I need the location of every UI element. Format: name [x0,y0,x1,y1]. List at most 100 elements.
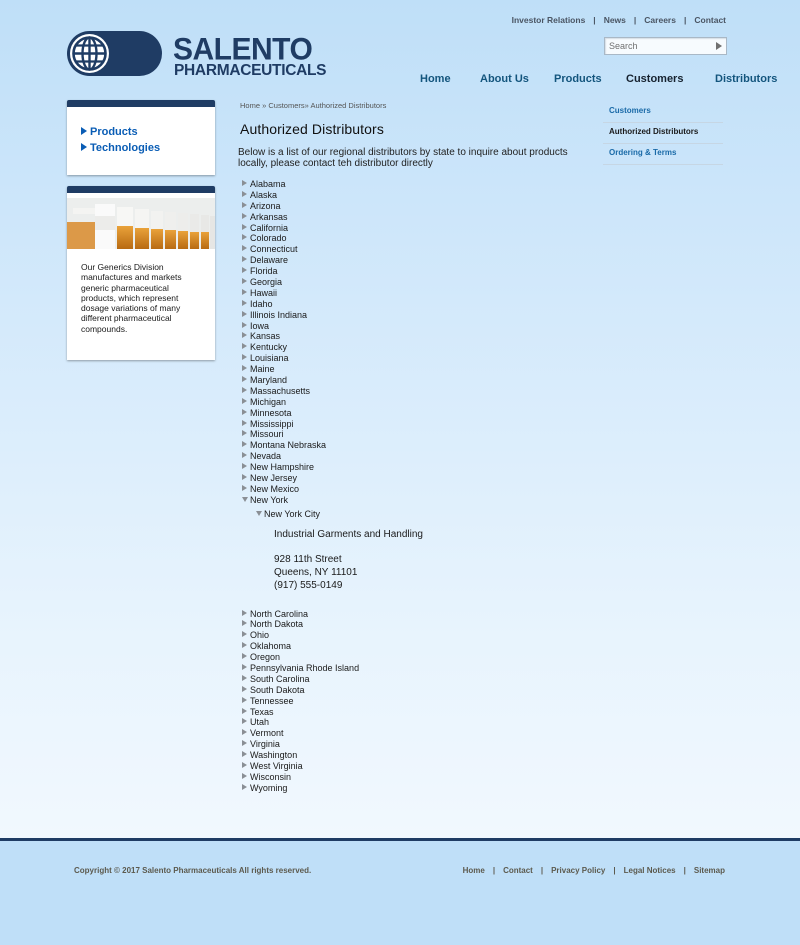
collapsed-arrow-icon [242,321,247,328]
state-label: New Mexico [250,483,300,494]
nav-about-us[interactable]: About Us [480,73,529,85]
state-item[interactable]: Missouri [242,429,582,440]
state-label: Iowa [250,320,270,331]
state-item[interactable]: Tennessee [242,696,582,707]
collapsed-arrow-icon [242,278,247,285]
collapsed-arrow-icon [242,631,247,638]
state-item[interactable]: Alabama [242,179,582,190]
state-item[interactable]: Vermont [242,728,582,739]
collapsed-arrow-icon [242,484,247,491]
state-item[interactable]: North Carolina [242,609,582,620]
state-item[interactable]: Kansas [242,331,582,342]
state-label: Montana Nebraska [250,440,327,451]
state-item[interactable]: New Mexico [242,484,582,495]
state-item[interactable]: Iowa [242,321,582,332]
utility-link-news[interactable]: News [604,15,626,25]
subnav-ordering-terms[interactable]: Ordering & Terms [603,144,723,165]
search-go-icon[interactable] [716,42,722,50]
state-item[interactable]: Michigan [242,397,582,408]
collapsed-arrow-icon [242,663,247,670]
subnav-customers[interactable]: Customers [603,102,723,123]
collapsed-arrow-icon [242,201,247,208]
collapsed-arrow-icon [242,397,247,404]
state-item[interactable]: New Hampshire [242,462,582,473]
state-item[interactable]: Nevada [242,451,582,462]
sidebar-link-technologies[interactable]: Technologies [81,142,160,154]
state-item[interactable]: Arizona [242,201,582,212]
collapsed-arrow-icon [242,772,247,779]
state-item[interactable]: North Dakota [242,619,582,630]
nav-home[interactable]: Home [420,73,451,85]
footer-link-legal-notices[interactable]: Legal Notices [624,866,676,875]
collapsed-arrow-icon [242,685,247,692]
globe-icon [70,34,109,73]
utility-link-contact[interactable]: Contact [694,15,726,25]
search-box [604,37,727,55]
nav-distributors[interactable]: Distributors [715,73,777,85]
separator: | [633,15,637,25]
state-item[interactable]: Connecticut [242,244,582,255]
state-item[interactable]: Montana Nebraska [242,440,582,451]
state-item[interactable]: Wisconsin [242,772,582,783]
state-item[interactable]: Utah [242,717,582,728]
state-label: North Carolina [250,608,309,619]
utility-link-careers[interactable]: Careers [644,15,676,25]
subnav-authorized-distributors[interactable]: Authorized Distributors [603,123,723,144]
state-item[interactable]: South Dakota [242,685,582,696]
state-item[interactable]: Delaware [242,255,582,266]
state-item[interactable]: Hawaii [242,288,582,299]
state-item[interactable]: Arkansas [242,212,582,223]
footer-link-contact[interactable]: Contact [503,866,533,875]
state-item[interactable]: Ohio [242,630,582,641]
state-item[interactable]: Minnesota [242,408,582,419]
state-item[interactable]: Pennsylvania Rhode Island [242,663,582,674]
breadcrumb-home[interactable]: Home [240,101,260,110]
state-item[interactable]: Maine [242,364,582,375]
state-item-new-york[interactable]: New York [242,495,582,506]
state-item[interactable]: Washington [242,750,582,761]
footer-link-home[interactable]: Home [463,866,485,875]
state-item[interactable]: New Jersey [242,473,582,484]
sidebar-link-products[interactable]: Products [81,126,138,138]
state-item[interactable]: West Virginia [242,761,582,772]
state-item[interactable]: Florida [242,266,582,277]
state-item[interactable]: Mississippi [242,419,582,430]
collapsed-arrow-icon [242,288,247,295]
state-item[interactable]: Texas [242,707,582,718]
state-item[interactable]: Illinois Indiana [242,310,582,321]
generics-division-box: Our Generics Division manufactures and m… [67,186,215,360]
utility-link-investor-relations[interactable]: Investor Relations [512,15,586,25]
breadcrumb-customers[interactable]: Customers [268,101,304,110]
nav-customers[interactable]: Customers [626,73,683,85]
state-item[interactable]: Georgia [242,277,582,288]
generics-description: Our Generics Division manufactures and m… [81,262,182,334]
state-item[interactable]: South Carolina [242,674,582,685]
state-item[interactable]: Oklahoma [242,641,582,652]
state-item[interactable]: Kentucky [242,342,582,353]
state-item[interactable]: Oregon [242,652,582,663]
footer-link-sitemap[interactable]: Sitemap [694,866,725,875]
city-item-new-york-city[interactable]: New York City [256,508,582,520]
breadcrumb-separator: » [262,101,267,110]
separator: | [540,866,544,875]
state-item[interactable]: Virginia [242,739,582,750]
state-label: Texas [250,706,274,717]
state-item[interactable]: Massachusetts [242,386,582,397]
state-item[interactable]: Wyoming [242,783,582,794]
state-label: Alaska [250,189,278,200]
nav-products[interactable]: Products [554,73,602,85]
state-item[interactable]: Idaho [242,299,582,310]
search-input[interactable] [609,39,707,52]
state-item[interactable]: Maryland [242,375,582,386]
state-label: Minnesota [250,407,292,418]
separator: | [683,866,686,875]
collapsed-arrow-icon [242,474,247,481]
state-item[interactable]: Colorado [242,233,582,244]
footer-link-privacy-policy[interactable]: Privacy Policy [551,866,605,875]
collapsed-arrow-icon [242,386,247,393]
state-item[interactable]: California [242,223,582,234]
state-label: Wyoming [250,782,288,793]
collapsed-arrow-icon [242,430,247,437]
state-item[interactable]: Alaska [242,190,582,201]
state-item[interactable]: Louisiana [242,353,582,364]
